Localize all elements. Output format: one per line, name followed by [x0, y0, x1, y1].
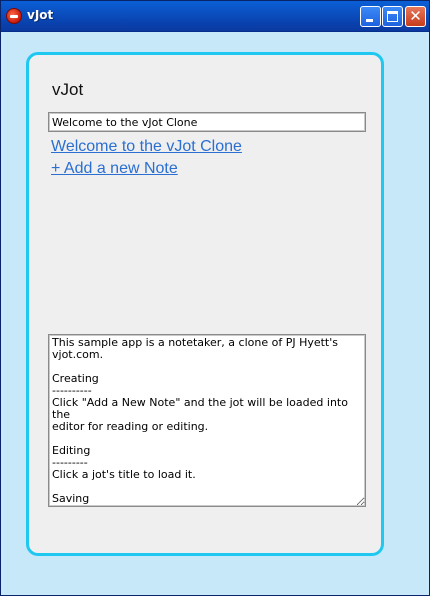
app-panel: vJot Welcome to the vJot Clone + Add a n…: [26, 52, 384, 556]
app-logo-icon: [6, 8, 22, 24]
minimize-icon: [366, 19, 373, 22]
note-link-welcome[interactable]: Welcome to the vJot Clone: [51, 138, 242, 156]
note-editor[interactable]: This sample app is a notetaker, a clone …: [48, 334, 366, 507]
close-icon: ✕: [409, 7, 422, 25]
note-title-input[interactable]: [48, 112, 366, 132]
maximize-button[interactable]: [382, 6, 403, 27]
app-window: vJot ✕ vJot Welcome to the vJot Clone + …: [0, 0, 430, 596]
client-area: vJot Welcome to the vJot Clone + Add a n…: [4, 32, 428, 594]
close-button[interactable]: ✕: [405, 6, 426, 27]
title-bar[interactable]: vJot ✕: [1, 1, 429, 32]
app-heading: vJot: [52, 80, 84, 99]
maximize-icon: [387, 11, 398, 22]
add-note-link[interactable]: + Add a new Note: [51, 160, 178, 178]
minimize-button[interactable]: [360, 6, 381, 27]
window-title: vJot: [27, 8, 54, 22]
